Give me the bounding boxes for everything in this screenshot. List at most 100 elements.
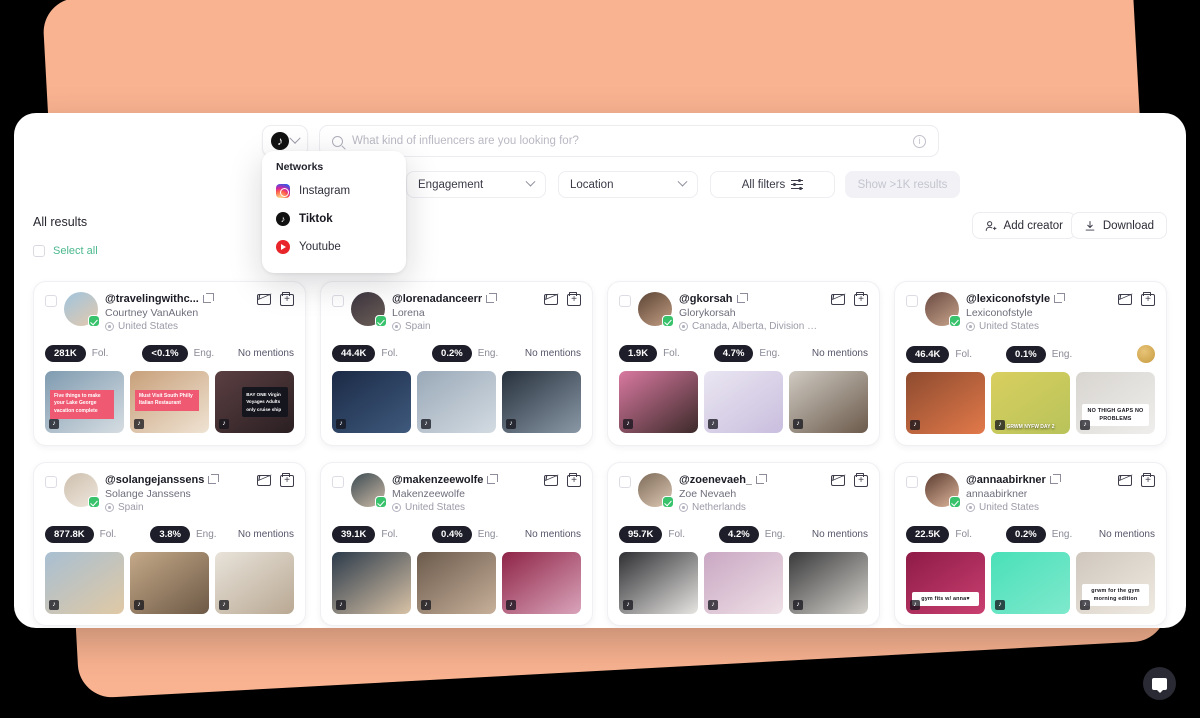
- creator-select-checkbox[interactable]: [45, 295, 57, 307]
- thumbnail[interactable]: [704, 371, 783, 433]
- thumbnail[interactable]: [789, 552, 868, 614]
- creator-select-checkbox[interactable]: [906, 476, 918, 488]
- creator-thumbnails: GRWM NYFW DAY 2 NO THIGH GAPS NO PROBLEMS: [906, 372, 1155, 434]
- thumbnail[interactable]: [332, 371, 411, 433]
- external-link-icon[interactable]: [736, 293, 748, 303]
- network-option-tiktok[interactable]: Tiktok: [262, 205, 406, 233]
- email-icon[interactable]: [1118, 475, 1132, 486]
- email-icon[interactable]: [831, 294, 845, 305]
- app-window: What kind of influencers are you looking…: [14, 113, 1186, 628]
- tiktok-icon: [49, 600, 59, 610]
- email-icon[interactable]: [544, 294, 558, 305]
- thumbnail[interactable]: [502, 371, 581, 433]
- select-all-checkbox[interactable]: [33, 245, 45, 257]
- creator-card[interactable]: @lexiconofstyle Lexiconofstyle United St…: [894, 281, 1167, 446]
- mention-avatar[interactable]: [1137, 345, 1155, 363]
- search-input[interactable]: What kind of influencers are you looking…: [319, 125, 939, 157]
- thumbnail[interactable]: grwm for the gym morning edition: [1076, 552, 1155, 614]
- tiktok-icon: [276, 212, 290, 226]
- creator-handle[interactable]: @makenzeewolfe: [392, 474, 483, 486]
- add-to-list-icon[interactable]: [567, 472, 581, 487]
- add-creator-button[interactable]: Add creator: [971, 212, 1076, 239]
- creator-select-checkbox[interactable]: [619, 476, 631, 488]
- filter-engagement[interactable]: Engagement: [406, 171, 546, 198]
- download-button[interactable]: Download: [1070, 212, 1167, 239]
- filter-location-label: Location: [570, 178, 614, 191]
- creator-handle[interactable]: @annaabirkner: [966, 474, 1046, 486]
- thumbnail[interactable]: [619, 552, 698, 614]
- thumbnail[interactable]: [704, 552, 783, 614]
- show-results-button[interactable]: Show >1K results: [845, 171, 960, 198]
- thumbnail[interactable]: [332, 552, 411, 614]
- add-to-list-icon[interactable]: [1141, 291, 1155, 306]
- thumbnail[interactable]: [991, 552, 1070, 614]
- creator-card[interactable]: @zoenevaeh_ Zoe Nevaeh Netherlands 95.7K…: [607, 462, 880, 626]
- add-to-list-icon[interactable]: [280, 472, 294, 487]
- thumbnail[interactable]: [417, 371, 496, 433]
- external-link-icon[interactable]: [1049, 474, 1061, 484]
- thumbnail[interactable]: [502, 552, 581, 614]
- creator-handle[interactable]: @solangejanssens: [105, 474, 204, 486]
- creator-card[interactable]: @gkorsah Glorykorsah Canada, Alberta, Di…: [607, 281, 880, 446]
- external-link-icon[interactable]: [756, 474, 768, 484]
- external-link-icon[interactable]: [486, 293, 498, 303]
- email-icon[interactable]: [257, 294, 271, 305]
- creator-handle[interactable]: @gkorsah: [679, 293, 733, 305]
- thumbnail[interactable]: NO THIGH GAPS NO PROBLEMS: [1076, 372, 1155, 434]
- tiktok-icon: [708, 419, 718, 429]
- add-to-list-icon[interactable]: [854, 291, 868, 306]
- external-link-icon[interactable]: [487, 474, 499, 484]
- avatar: [638, 292, 674, 327]
- thumbnail[interactable]: gym fits w/ anna♥: [906, 552, 985, 614]
- creator-select-checkbox[interactable]: [45, 476, 57, 488]
- thumbnail[interactable]: GRWM NYFW DAY 2: [991, 372, 1070, 434]
- thumbnail[interactable]: Must Visit South Philly Italian Restaura…: [130, 371, 209, 433]
- thumbnail[interactable]: [789, 371, 868, 433]
- external-link-icon[interactable]: [208, 474, 220, 484]
- engagement-label: Eng.: [1051, 348, 1073, 360]
- thumbnail[interactable]: [906, 372, 985, 434]
- network-option-youtube[interactable]: Youtube: [262, 233, 406, 261]
- creator-card[interactable]: @travelingwithc... Courtney VanAuken Uni…: [33, 281, 306, 446]
- info-circle-icon[interactable]: i: [913, 134, 926, 148]
- creator-select-checkbox[interactable]: [332, 476, 344, 488]
- email-icon[interactable]: [544, 475, 558, 486]
- creator-handle[interactable]: @travelingwithc...: [105, 293, 199, 305]
- creator-card-actions: [1118, 291, 1155, 306]
- external-link-icon[interactable]: [1054, 293, 1066, 303]
- verified-badge-icon: [375, 496, 387, 508]
- creator-card[interactable]: @annaabirkner annaabirkner United States…: [894, 462, 1167, 626]
- tiktok-icon: [219, 419, 229, 429]
- followers-value: 1.9K: [619, 345, 658, 362]
- external-link-icon[interactable]: [202, 293, 214, 303]
- creator-card[interactable]: @solangejanssens Solange Janssens Spain …: [33, 462, 306, 626]
- creator-select-checkbox[interactable]: [906, 295, 918, 307]
- thumbnail[interactable]: [130, 552, 209, 614]
- all-filters-button[interactable]: All filters: [710, 171, 835, 198]
- email-icon[interactable]: [257, 475, 271, 486]
- thumbnail[interactable]: Five things to make your Lake George vac…: [45, 371, 124, 433]
- creator-select-checkbox[interactable]: [619, 295, 631, 307]
- creator-handle[interactable]: @lorenadanceerr: [392, 293, 482, 305]
- add-to-list-icon[interactable]: [854, 472, 868, 487]
- network-option-instagram[interactable]: Instagram: [262, 177, 406, 205]
- creator-card-actions: [1118, 472, 1155, 487]
- thumbnail[interactable]: BAY ONE Virgin Voyages Adults only cruis…: [215, 371, 294, 433]
- thumbnail[interactable]: [215, 552, 294, 614]
- thumbnail[interactable]: [417, 552, 496, 614]
- intercom-launcher-button[interactable]: [1143, 667, 1176, 700]
- email-icon[interactable]: [831, 475, 845, 486]
- filter-location[interactable]: Location: [558, 171, 698, 198]
- select-all-control[interactable]: Select all: [33, 245, 98, 257]
- creator-select-checkbox[interactable]: [332, 295, 344, 307]
- thumbnail[interactable]: [45, 552, 124, 614]
- creator-card[interactable]: @makenzeewolfe Makenzeewolfe United Stat…: [320, 462, 593, 626]
- creator-card[interactable]: @lorenadanceerr Lorena Spain 44.4K Fol. …: [320, 281, 593, 446]
- creator-handle[interactable]: @zoenevaeh_: [679, 474, 752, 486]
- email-icon[interactable]: [1118, 294, 1132, 305]
- add-to-list-icon[interactable]: [280, 291, 294, 306]
- add-to-list-icon[interactable]: [567, 291, 581, 306]
- creator-handle[interactable]: @lexiconofstyle: [966, 293, 1050, 305]
- thumbnail[interactable]: [619, 371, 698, 433]
- add-to-list-icon[interactable]: [1141, 472, 1155, 487]
